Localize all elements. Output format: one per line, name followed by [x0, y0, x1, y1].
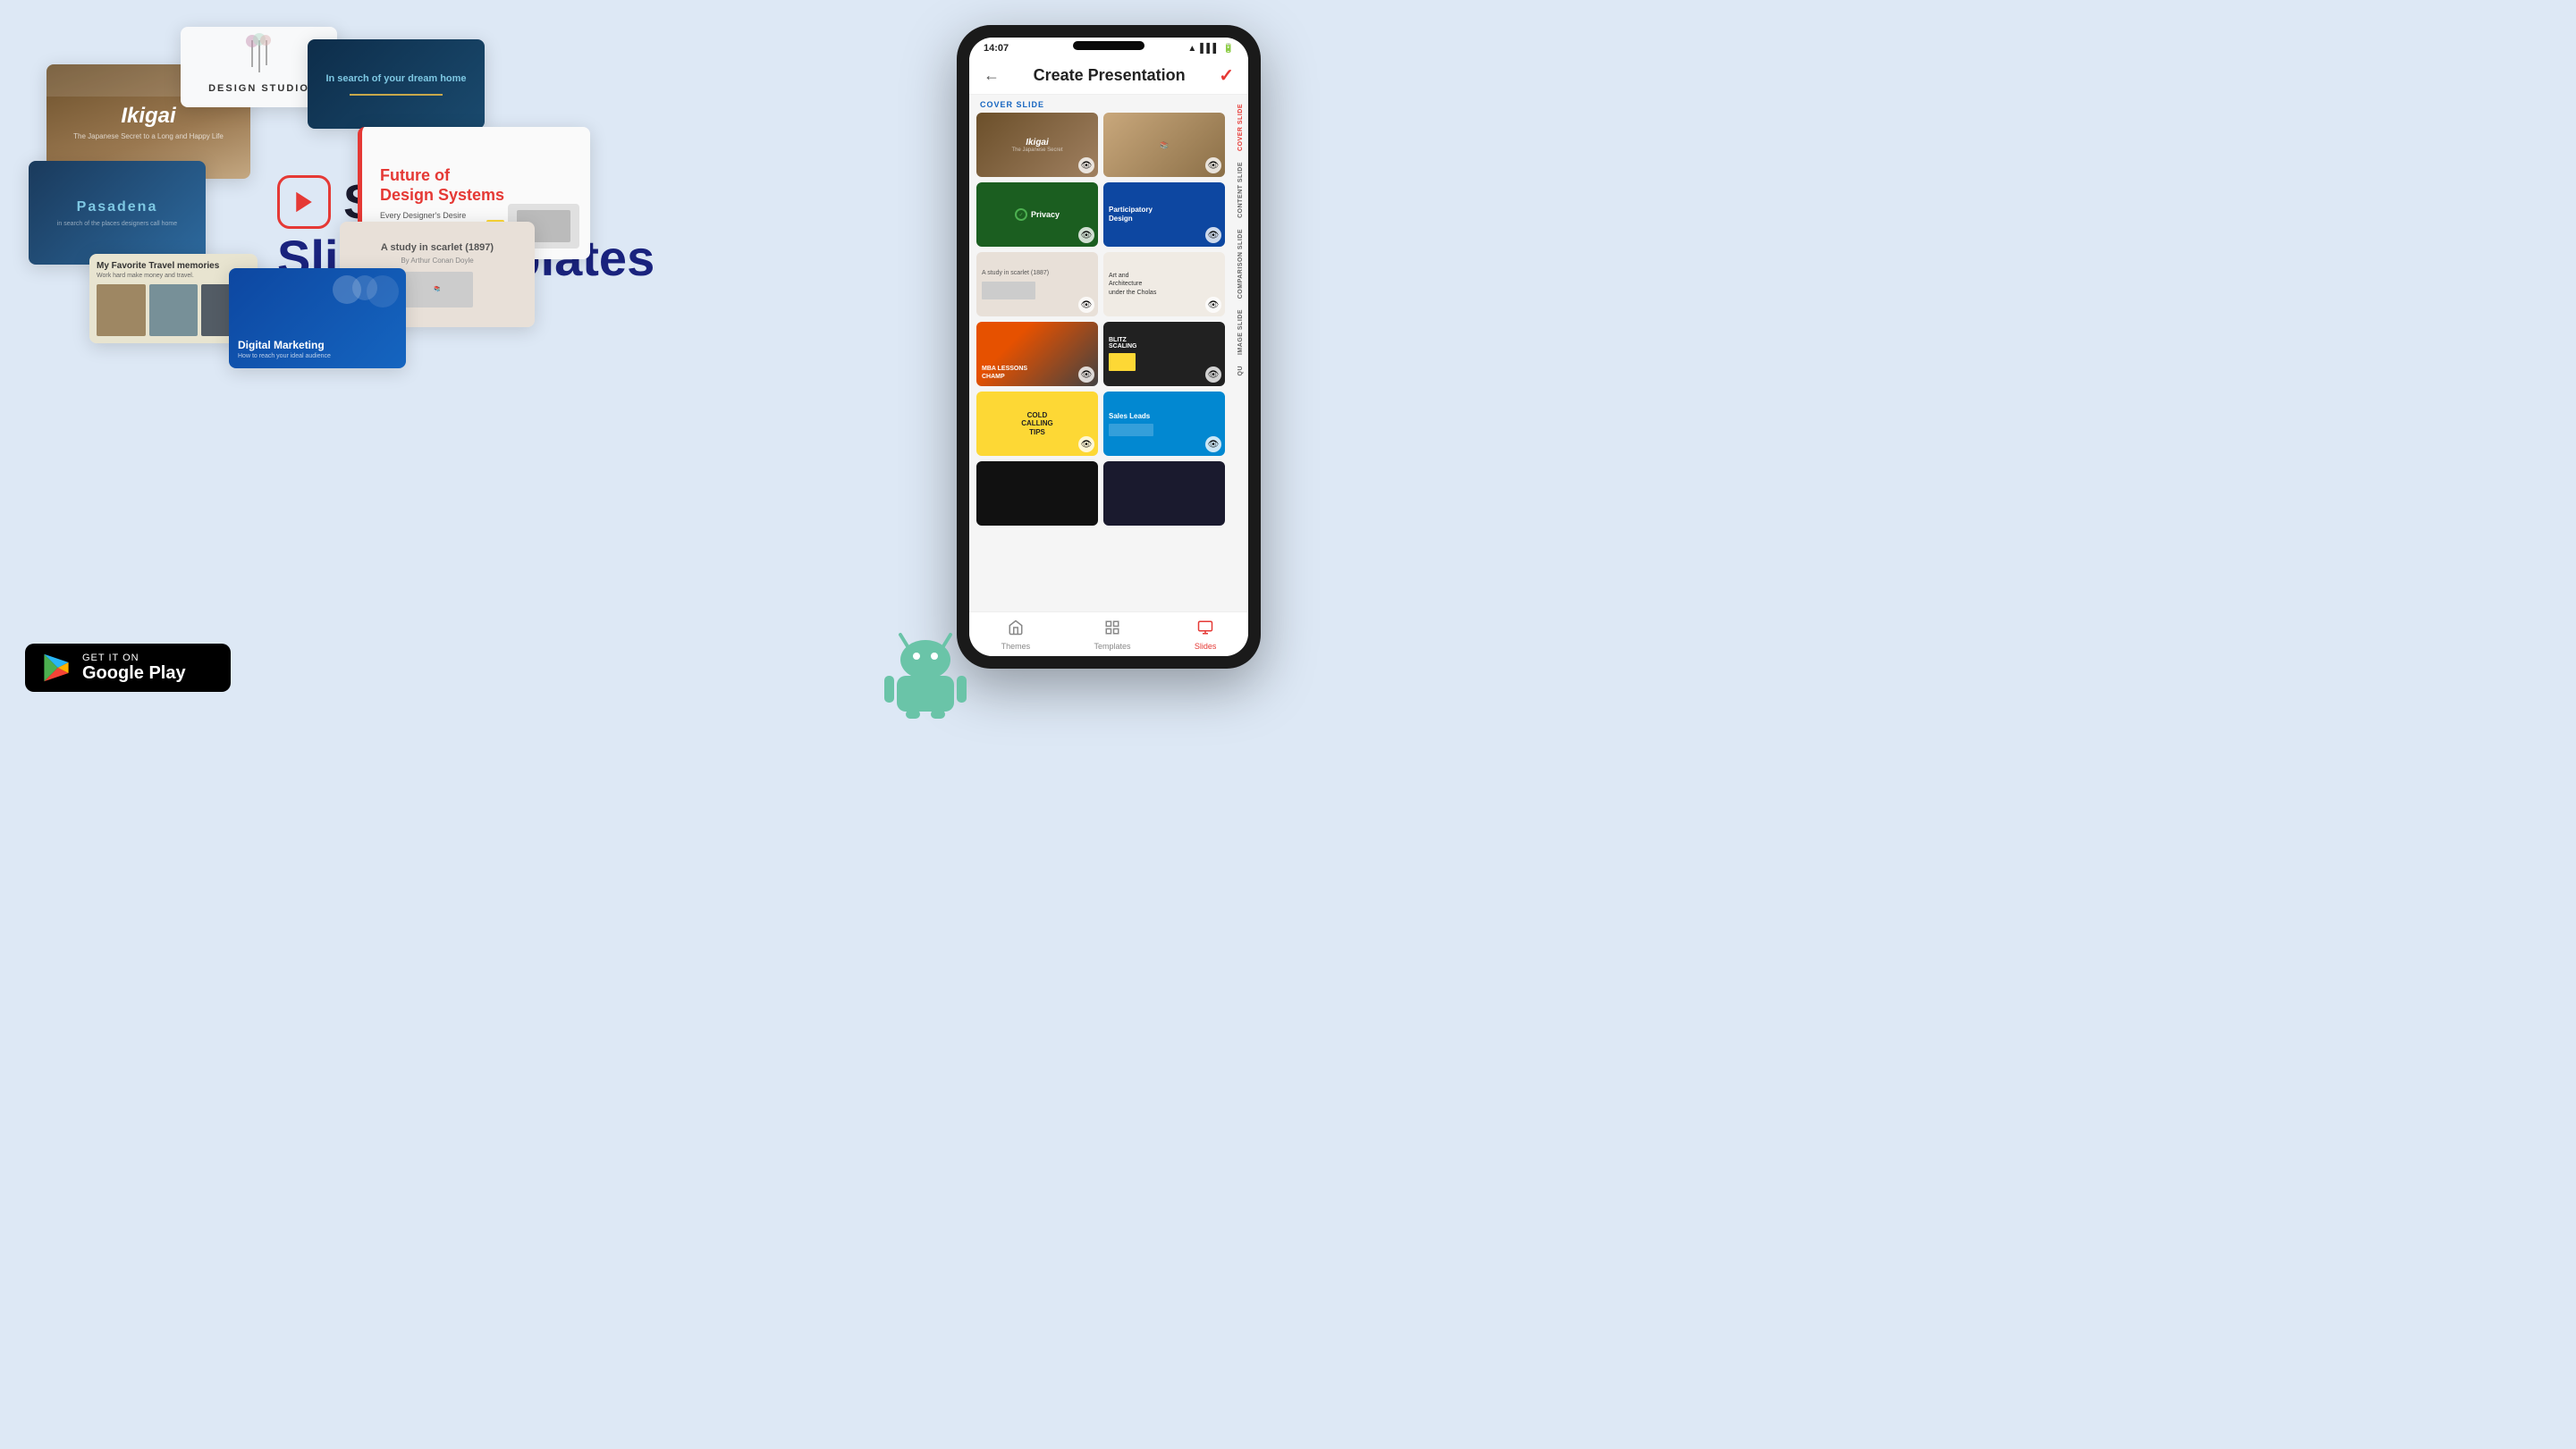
google-play-badge[interactable]: GET IT ON Google Play [25, 644, 231, 692]
pasadena-title: Pasadena [77, 199, 158, 215]
travel-title: My Favorite Travel memories [97, 261, 250, 271]
slide-row-study: A study in scarlet (1887) 👁 Art andArchi… [976, 252, 1225, 316]
slide-card-artarch[interactable]: Art andArchitectureunder the Cholas 👁 [1103, 252, 1225, 316]
slide-thumb-dream-home: In search of your dream home [308, 39, 485, 129]
slides-label: Slides [1195, 642, 1217, 651]
slides-icon [1197, 619, 1213, 640]
slides-list: COVER SLIDE Ikigai The Japanese Secret 👁… [969, 95, 1232, 611]
right-tab-content[interactable]: CONTENT SLIDE [1236, 156, 1246, 223]
phone-bottom-nav: Themes Templates [969, 611, 1248, 656]
confirm-button[interactable]: ✓ [1219, 64, 1234, 87]
nav-themes[interactable]: Themes [1001, 619, 1031, 651]
digital-marketing-title: Digital Marketing [238, 339, 325, 351]
store-name-label: Google Play [82, 663, 186, 683]
slide-row-dark [976, 461, 1225, 526]
slide-card-basketball[interactable]: MBA LESSONSCHAMP 👁 [976, 322, 1098, 386]
slide-card-participatory[interactable]: ParticipatoryDesign 👁 [1103, 182, 1225, 247]
show-app-icon [277, 175, 331, 229]
right-tab-image[interactable]: IMAGE SLIDE [1236, 304, 1246, 360]
templates-label: Templates [1094, 642, 1130, 651]
nav-templates[interactable]: Templates [1094, 619, 1130, 651]
eye-icon-ikigai[interactable]: 👁 [1078, 157, 1094, 173]
eye-icon-artarch[interactable]: 👁 [1205, 297, 1221, 313]
wifi-icon: ▲ [1187, 44, 1196, 54]
design-studio-title: DESIGN STUDIO [208, 83, 309, 94]
phone-screen: 14:07 ▲ ▌▌▌ 🔋 ← Create Presentation ✓ CO… [969, 38, 1248, 656]
status-icons: ▲ ▌▌▌ 🔋 [1187, 44, 1234, 54]
right-tab-cover[interactable]: COVER SLIDE [1236, 98, 1246, 156]
android-robot [881, 626, 970, 724]
eye-icon-coldtips[interactable]: 👁 [1078, 436, 1094, 452]
eye-icon-study[interactable]: 👁 [1078, 297, 1094, 313]
slide-card-blitz[interactable]: BLITZSCALING 👁 [1103, 322, 1225, 386]
right-tab-bar: COVER SLIDE CONTENT SLIDE COMPARISON SLI… [1232, 95, 1248, 611]
eye-icon-participatory[interactable]: 👁 [1205, 227, 1221, 243]
phone-time: 14:07 [984, 43, 1009, 54]
dream-home-title: In search of your dream home [325, 72, 466, 86]
study-subtitle: By Arthur Conan Doyle [401, 257, 473, 265]
slide-card-books[interactable]: 📚 👁 [1103, 113, 1225, 177]
slide-card-privacy[interactable]: ✓ Privacy 👁 [976, 182, 1098, 247]
eye-icon-books[interactable]: 👁 [1205, 157, 1221, 173]
templates-icon [1104, 619, 1120, 640]
slide-thumb-digital-marketing: Digital Marketing How to reach your idea… [229, 268, 406, 368]
slide-card-salesleads[interactable]: Sales Leads 👁 [1103, 392, 1225, 456]
eye-icon-salesleads[interactable]: 👁 [1205, 436, 1221, 452]
battery-icon: 🔋 [1223, 44, 1234, 54]
travel-subtitle: Work hard make money and travel. [97, 273, 250, 279]
phone-header: ← Create Presentation ✓ [969, 57, 1248, 95]
study-title: A study in scarlet (1897) [381, 242, 494, 253]
cover-slide-label: COVER SLIDE [976, 95, 1225, 113]
future-design-title: Future ofDesign Systems [380, 166, 576, 205]
slide-card-coldtips[interactable]: COLDCALLINGTIPS 👁 [976, 392, 1098, 456]
signal-icon: ▌▌▌ [1200, 44, 1219, 54]
themes-label: Themes [1001, 642, 1031, 651]
google-play-icon [41, 653, 72, 683]
eye-icon-basketball[interactable]: 👁 [1078, 366, 1094, 383]
right-tab-qu[interactable]: QU [1236, 360, 1246, 382]
slide-row-cover: Ikigai The Japanese Secret 👁 📚 👁 [976, 113, 1225, 177]
slide-card-study[interactable]: A study in scarlet (1887) 👁 [976, 252, 1098, 316]
play-icon [291, 189, 317, 215]
ikigai-title: Ikigai [121, 104, 175, 129]
phone-content: COVER SLIDE Ikigai The Japanese Secret 👁… [969, 95, 1248, 611]
google-play-text: GET IT ON Google Play [82, 653, 186, 683]
phone-mockup: 14:07 ▲ ▌▌▌ 🔋 ← Create Presentation ✓ CO… [957, 25, 1261, 669]
slide-row-content: ✓ Privacy 👁 ParticipatoryDesign 👁 [976, 182, 1225, 247]
create-presentation-title: Create Presentation [1034, 66, 1186, 85]
right-tab-comparison[interactable]: COMPARISON SLIDE [1236, 223, 1246, 304]
slide-card-dark1[interactable] [976, 461, 1098, 526]
slide-thumb-pasadena: Pasadena in search of the places designe… [29, 161, 206, 265]
phone-notch [1073, 41, 1144, 50]
get-it-on-label: GET IT ON [82, 653, 186, 663]
digital-marketing-subtitle: How to reach your ideal audience [238, 353, 331, 359]
themes-icon [1008, 619, 1024, 640]
slide-card-ikigai[interactable]: Ikigai The Japanese Secret 👁 [976, 113, 1098, 177]
slide-card-dark2[interactable] [1103, 461, 1225, 526]
back-button[interactable]: ← [984, 66, 1000, 85]
nav-slides[interactable]: Slides [1195, 619, 1217, 651]
slide-row-image: COLDCALLINGTIPS 👁 Sales Leads 👁 [976, 392, 1225, 456]
eye-icon-blitz[interactable]: 👁 [1205, 366, 1221, 383]
eye-icon-privacy[interactable]: 👁 [1078, 227, 1094, 243]
ikigai-subtitle: The Japanese Secret to a Long and Happy … [73, 132, 224, 140]
slide-row-mba: MBA LESSONSCHAMP 👁 BLITZSCALING 👁 [976, 322, 1225, 386]
